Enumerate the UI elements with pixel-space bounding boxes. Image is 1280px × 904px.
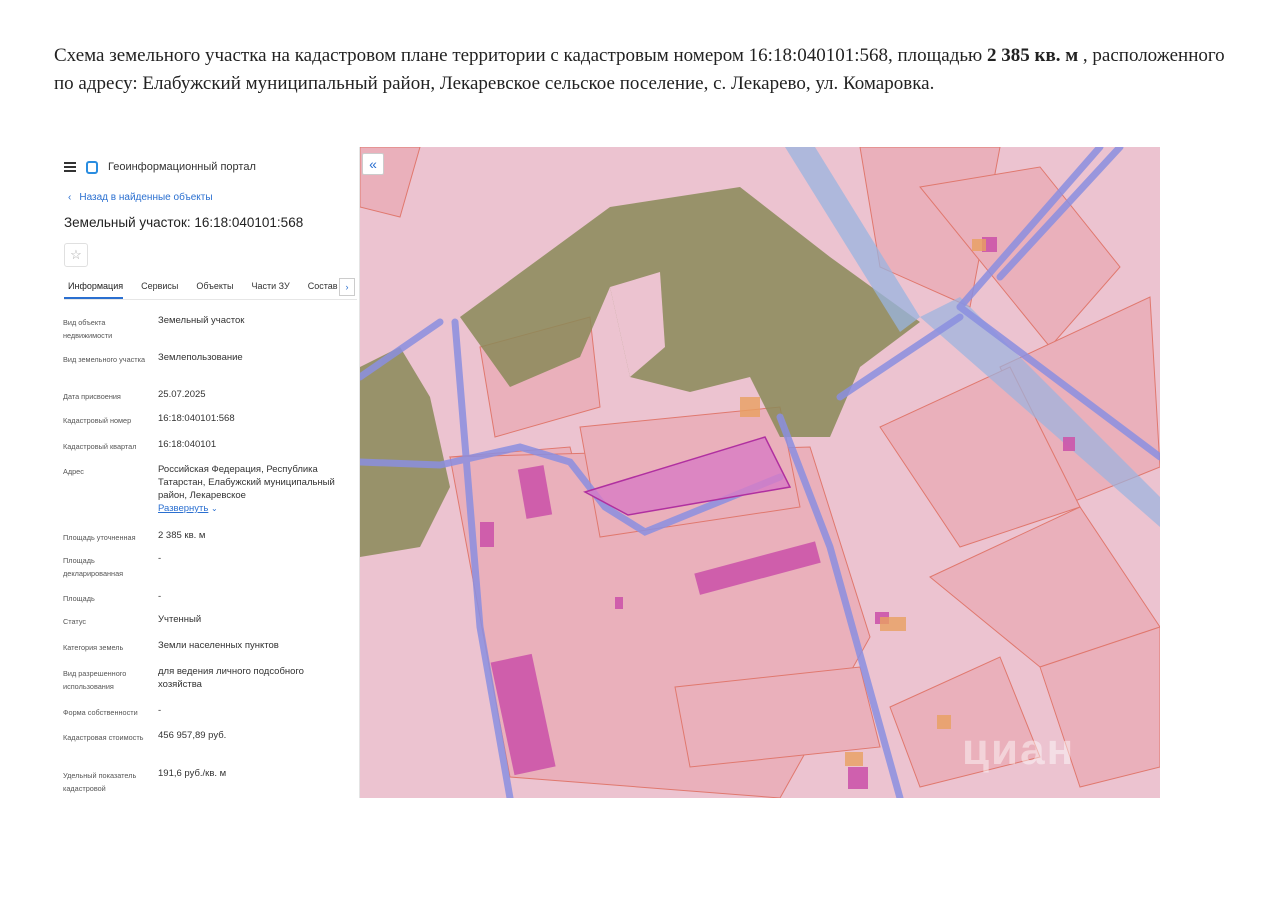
tab-bar: Информация Сервисы Объекты Части ЗУ Сост… xyxy=(64,277,357,300)
collapse-panel-button[interactable]: « xyxy=(362,153,384,175)
outbuilding xyxy=(937,715,951,729)
building xyxy=(1063,437,1075,451)
chevron-down-icon[interactable]: ⌄ xyxy=(211,504,218,513)
building xyxy=(480,522,494,547)
tab-composition[interactable]: Состав xyxy=(304,277,338,299)
tab-services[interactable]: Сервисы xyxy=(137,277,178,299)
tab-objects[interactable]: Объекты xyxy=(192,277,233,299)
back-link[interactable]: ‹ Назад в найденные объекты xyxy=(68,192,213,203)
menu-icon[interactable] xyxy=(64,162,76,172)
portal-logo-icon xyxy=(86,160,98,174)
app-title: Геоинформационный портал xyxy=(108,161,256,173)
area-value: 2 385 кв. м xyxy=(987,45,1079,66)
chevron-right-icon[interactable]: › xyxy=(339,278,355,296)
outbuilding xyxy=(740,397,760,417)
cian-watermark: циан xyxy=(962,725,1076,774)
star-icon[interactable]: ☆ xyxy=(64,243,88,267)
outbuilding xyxy=(972,239,986,251)
outbuilding xyxy=(845,752,863,766)
building xyxy=(615,597,623,609)
expand-link[interactable]: Развернуть xyxy=(158,503,208,514)
tab-information[interactable]: Информация xyxy=(64,277,124,299)
document-caption: Схема земельного участка на кадастровом … xyxy=(54,45,1225,94)
cadastral-map[interactable]: « циан xyxy=(360,147,1160,798)
info-panel: Геоинформационный портал ‹ Назад в найде… xyxy=(54,147,360,798)
back-link-label: Назад в найденные объекты xyxy=(79,192,213,203)
map-canvas xyxy=(360,147,1160,798)
object-title: Земельный участок: 16:18:040101:568 xyxy=(64,215,304,230)
outbuilding xyxy=(880,617,906,631)
chevron-left-icon: ‹ xyxy=(68,192,72,203)
tab-parts[interactable]: Части ЗУ xyxy=(248,277,290,299)
address-text: Российская Федерация, Республика Татарст… xyxy=(158,464,335,501)
portal-header: Геоинформационный портал xyxy=(64,157,256,177)
building xyxy=(848,767,868,789)
